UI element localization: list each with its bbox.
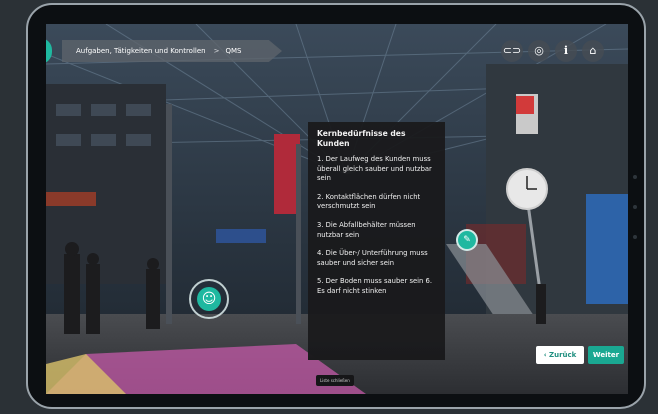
panorama-viewer[interactable]: Aufgaben, Tätigkeiten und Kontrollen > QMS… xyxy=(46,24,628,394)
panel-item: 1. Der Laufweg des Kunden muss überall g… xyxy=(317,155,432,183)
panel-item: 3. Die Abfallbehälter müssen nutzbar sei… xyxy=(317,220,416,239)
breadcrumb[interactable]: Aufgaben, Tätigkeiten und Kontrollen > QMS xyxy=(62,40,282,62)
home-icon[interactable]: ⌂ xyxy=(582,40,604,62)
close-list-button[interactable]: Liste schließen xyxy=(316,375,354,386)
hotspot-marker-icon[interactable]: ✎ xyxy=(456,229,478,251)
eye-off-icon[interactable]: ◎ xyxy=(528,40,550,62)
panel-item: 4. Die Über-/ Unterführung muss sauber u… xyxy=(317,249,428,267)
breadcrumb-separator: > xyxy=(213,47,220,55)
panel-item: 5. Der Boden muss sauber sein 6. Es darf… xyxy=(317,277,433,295)
tablet-sensor xyxy=(633,175,637,179)
tablet-sensor xyxy=(633,205,637,209)
breadcrumb-section[interactable]: Aufgaben, Tätigkeiten und Kontrollen xyxy=(76,47,206,55)
panel-item: 2. Kontaktflächen dürfen nicht verschmut… xyxy=(317,192,421,211)
link-icon[interactable]: ⊂⊃ xyxy=(501,40,523,62)
breadcrumb-current: QMS xyxy=(225,47,242,55)
back-button[interactable]: ‹ Zurück xyxy=(536,346,584,364)
smiley-icon[interactable]: ☺ xyxy=(197,287,221,311)
tablet-sensor xyxy=(633,235,637,239)
panel-title: Kernbedürfnisse des Kunden xyxy=(317,129,406,148)
info-panel: Kernbedürfnisse des Kunden 1. Der Laufwe… xyxy=(308,122,445,360)
panel-fade xyxy=(308,344,445,360)
next-button[interactable]: Weiter xyxy=(588,346,624,364)
info-icon[interactable]: i xyxy=(555,40,577,62)
